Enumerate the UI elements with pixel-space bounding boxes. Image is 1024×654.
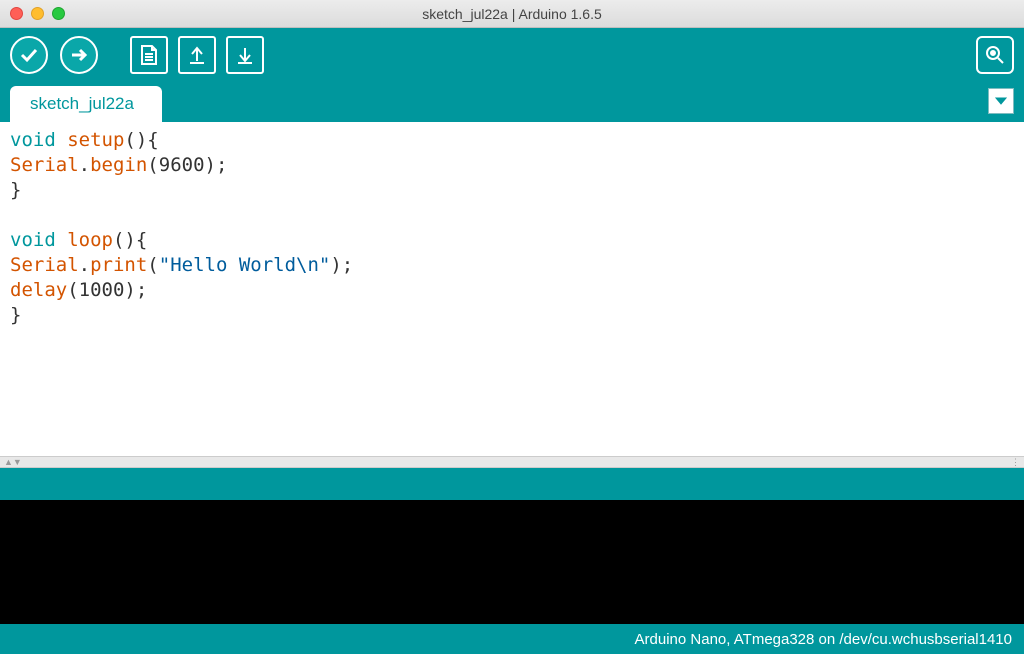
output-console[interactable] — [0, 500, 1024, 624]
editor-status-strip: ▲▼ ⋮ — [0, 456, 1024, 468]
new-sketch-button[interactable] — [130, 36, 168, 74]
upload-button[interactable] — [60, 36, 98, 74]
code-editor[interactable]: void setup(){ Serial.begin(9600);}void l… — [0, 122, 1024, 456]
magnifier-icon — [984, 44, 1006, 66]
serial-monitor-button[interactable] — [976, 36, 1014, 74]
file-icon — [139, 44, 159, 66]
arrow-up-icon — [187, 44, 207, 66]
window-titlebar: sketch_jul22a | Arduino 1.6.5 — [0, 0, 1024, 28]
tab-menu-button[interactable] — [988, 88, 1014, 114]
check-icon — [19, 45, 39, 65]
arrow-down-icon — [235, 44, 255, 66]
verify-button[interactable] — [10, 36, 48, 74]
tab-sketch[interactable]: sketch_jul22a — [10, 86, 162, 122]
open-sketch-button[interactable] — [178, 36, 216, 74]
arrow-right-icon — [69, 45, 89, 65]
window-title: sketch_jul22a | Arduino 1.6.5 — [0, 6, 1024, 22]
toolbar — [0, 28, 1024, 82]
tab-bar: sketch_jul22a — [0, 82, 1024, 122]
chevron-down-icon — [995, 95, 1007, 107]
status-footer: Arduino Nano, ATmega328 on /dev/cu.wchus… — [0, 624, 1024, 654]
resize-handle-icon[interactable]: ⋮ — [1011, 457, 1020, 468]
tab-label: sketch_jul22a — [30, 94, 134, 114]
scroll-indicator-left: ▲▼ — [4, 457, 22, 467]
save-sketch-button[interactable] — [226, 36, 264, 74]
board-port-label: Arduino Nano, ATmega328 on /dev/cu.wchus… — [635, 631, 1012, 648]
message-bar — [0, 468, 1024, 500]
